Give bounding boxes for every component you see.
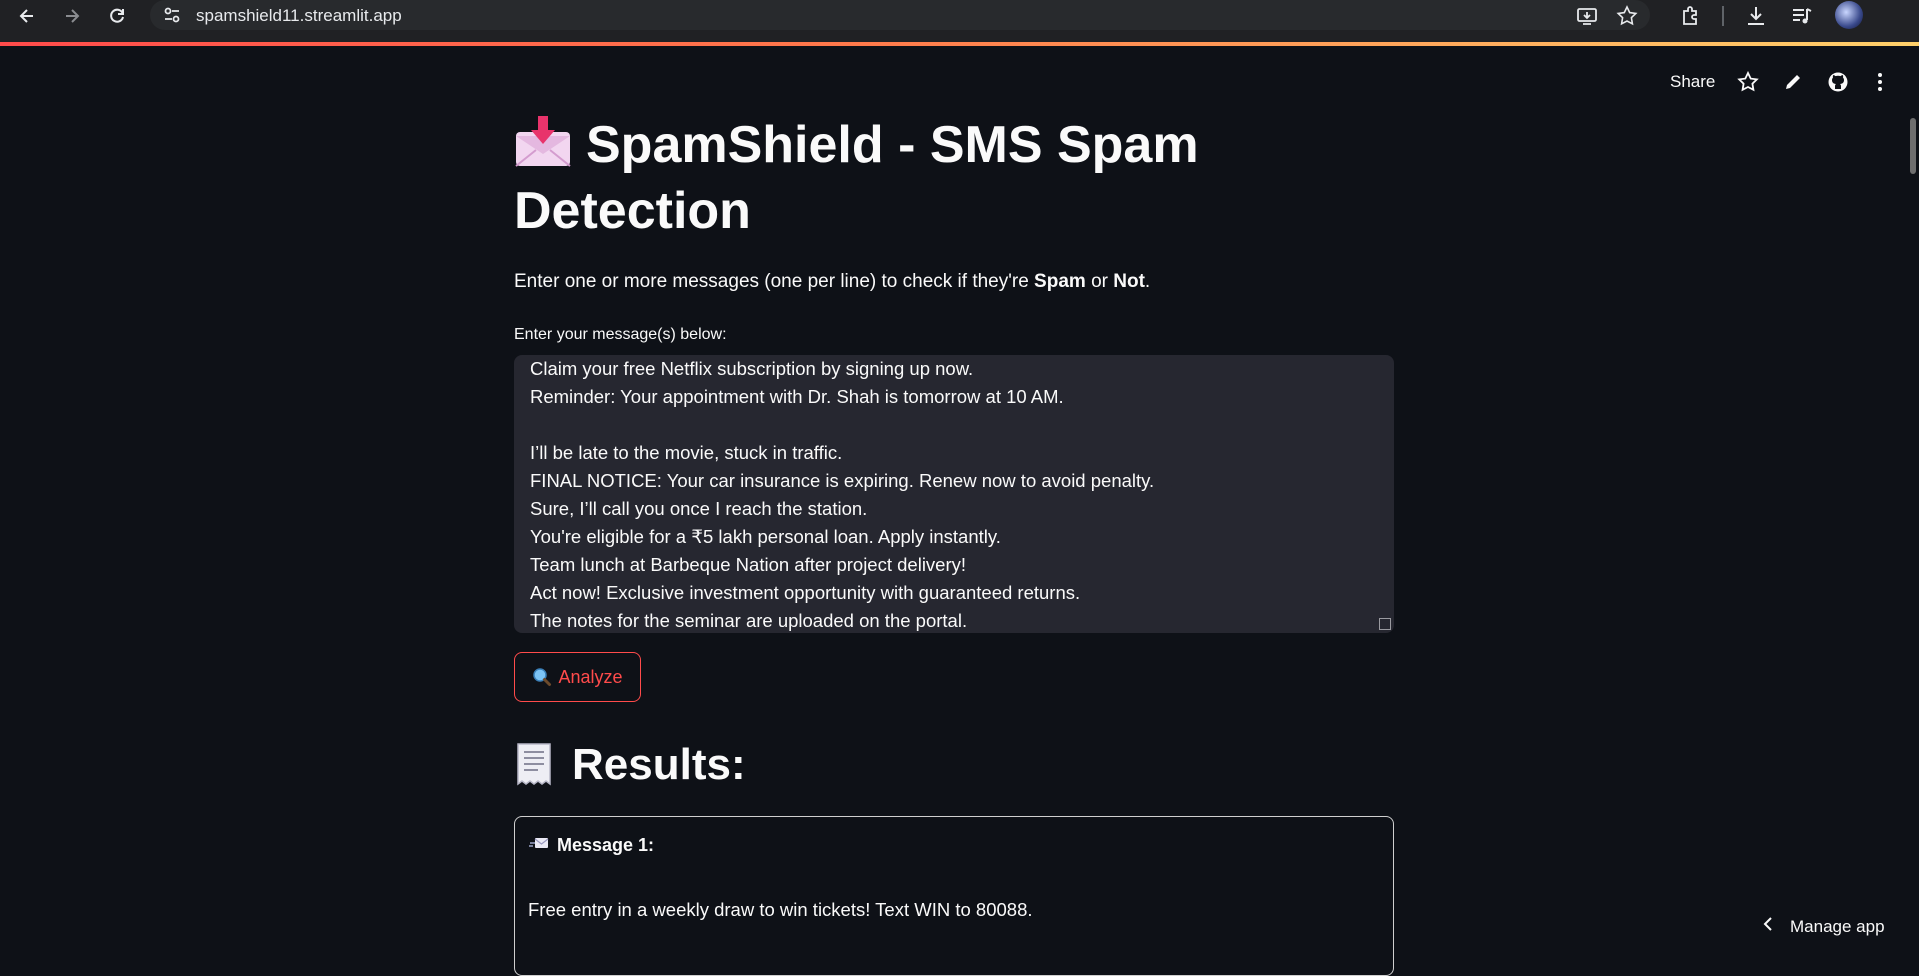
profile-avatar[interactable]	[1835, 1, 1863, 29]
subtitle-text-1: Enter one or more messages (one per line…	[514, 271, 1035, 292]
subtitle-spam: Spam	[1034, 271, 1086, 292]
result-message-text: Free entry in a weekly draw to win ticke…	[528, 899, 1033, 920]
receipt-icon	[514, 742, 554, 788]
download-icon[interactable]	[1742, 2, 1770, 30]
magnifying-glass-icon	[532, 667, 552, 687]
url-text[interactable]: spamshield11.streamlit.app	[196, 6, 402, 26]
subtitle-end: .	[1144, 271, 1151, 292]
forward-icon[interactable]	[58, 2, 86, 30]
incoming-envelope-icon	[529, 835, 549, 856]
page-scrollbar[interactable]	[1910, 118, 1916, 174]
star-icon[interactable]	[1734, 68, 1762, 96]
results-heading: Results:	[514, 740, 746, 790]
install-app-icon[interactable]	[1575, 4, 1599, 28]
result-card: Message 1: Free entry in a weekly draw t…	[514, 816, 1394, 976]
message-textarea[interactable]: Claim your free Netflix subscription by …	[514, 355, 1394, 633]
back-icon[interactable]	[13, 2, 41, 30]
result-message-title: Message 1:	[557, 835, 655, 855]
subtitle-not: Not	[1113, 271, 1145, 292]
resize-handle[interactable]	[1379, 618, 1391, 630]
github-icon[interactable]	[1824, 68, 1852, 96]
results-heading-text: Results:	[572, 740, 746, 789]
share-button[interactable]: Share	[1670, 72, 1715, 92]
message-textarea-value[interactable]: Claim your free Netflix subscription by …	[530, 355, 1154, 633]
analyze-button-label: Analyze	[558, 666, 623, 687]
edit-icon[interactable]	[1779, 68, 1807, 96]
bookmark-star-icon[interactable]	[1615, 4, 1639, 28]
manage-app-button[interactable]: Manage app	[1762, 916, 1885, 937]
result-message-heading: Message 1:	[529, 835, 654, 856]
address-bar[interactable]: spamshield11.streamlit.app	[150, 0, 1650, 30]
loading-progress-bar	[0, 42, 1919, 46]
subtitle: Enter one or more messages (one per line…	[514, 271, 1150, 293]
media-controls-icon[interactable]	[1788, 2, 1816, 30]
toolbar-divider	[1722, 6, 1724, 26]
reload-icon[interactable]	[103, 2, 131, 30]
page-title: SpamShield - SMS Spam Detection	[514, 112, 1274, 244]
site-settings-icon[interactable]	[162, 5, 182, 25]
envelope-with-arrow-icon	[514, 116, 572, 168]
chevron-left-icon	[1762, 916, 1774, 937]
subtitle-or: or	[1085, 271, 1114, 292]
manage-app-label: Manage app	[1790, 916, 1885, 936]
message-input-label: Enter your message(s) below:	[514, 326, 727, 343]
page-title-text: SpamShield - SMS Spam Detection	[514, 116, 1199, 240]
browser-chrome: spamshield11.streamlit.app	[0, 0, 1919, 46]
extensions-icon[interactable]	[1677, 2, 1705, 30]
more-vertical-icon[interactable]	[1866, 68, 1894, 96]
analyze-button[interactable]: Analyze	[514, 652, 641, 702]
